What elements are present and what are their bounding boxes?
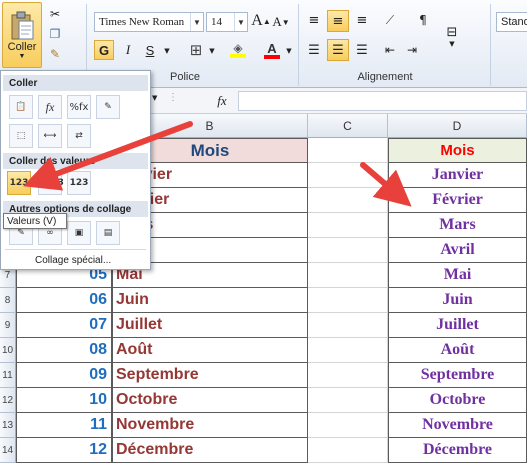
annotation-arrows	[23, 121, 412, 207]
arrow-to-values-icon	[23, 121, 193, 191]
arrow-to-result-column	[360, 162, 412, 207]
